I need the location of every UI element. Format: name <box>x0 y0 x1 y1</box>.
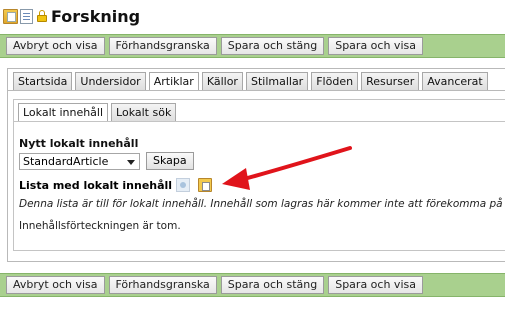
sub-tabs: Lokalt innehåll Lokalt sök <box>18 103 177 122</box>
page-title: Forskning <box>51 6 141 26</box>
tab-local-content[interactable]: Lokalt innehåll <box>18 103 109 122</box>
page-header: Forskning <box>3 6 140 26</box>
list-description: Denna lista är till för lokalt innehåll.… <box>19 198 503 210</box>
action-bar-bottom: Avbryt och visa Förhandsgranska Spara oc… <box>0 273 505 297</box>
preview-button[interactable]: Förhandsgranska <box>108 37 217 55</box>
create-button[interactable]: Skapa <box>146 152 194 170</box>
tab-resurser[interactable]: Resurser <box>361 72 420 91</box>
list-local-heading: Lista med lokalt innehåll <box>19 178 173 192</box>
save-view-button-bottom[interactable]: Spara och visa <box>328 276 423 294</box>
new-local-heading: Nytt lokalt innehåll <box>19 137 139 150</box>
tab-artiklar[interactable]: Artiklar <box>148 72 199 91</box>
tab-stilmallar[interactable]: Stilmallar <box>245 72 309 91</box>
content-type-select[interactable]: StandardArticle <box>19 153 140 170</box>
paste-icon[interactable] <box>198 178 213 192</box>
save-view-button[interactable]: Spara och visa <box>328 37 423 55</box>
content-type-value: StandardArticle <box>23 155 109 168</box>
tab-startsida[interactable]: Startsida <box>13 72 73 91</box>
copy-icon[interactable] <box>176 178 191 192</box>
tab-divider <box>8 90 505 91</box>
subtab-divider <box>14 121 505 122</box>
cancel-view-button[interactable]: Avbryt och visa <box>6 37 105 55</box>
lock-icon <box>37 10 47 22</box>
empty-list-text: Innehållsförteckningen är tom. <box>19 220 181 232</box>
action-bar-top: Avbryt och visa Förhandsgranska Spara oc… <box>0 34 505 58</box>
chevron-down-icon <box>127 160 135 165</box>
pages-icon[interactable] <box>3 8 18 24</box>
tab-floden[interactable]: Flöden <box>311 72 359 91</box>
tab-local-search[interactable]: Lokalt sök <box>111 103 177 122</box>
save-close-button-bottom[interactable]: Spara och stäng <box>220 276 325 294</box>
cancel-view-button-bottom[interactable]: Avbryt och visa <box>6 276 105 294</box>
tab-kallor[interactable]: Källor <box>201 72 243 91</box>
preview-button-bottom[interactable]: Förhandsgranska <box>108 276 217 294</box>
tab-undersidor[interactable]: Undersidor <box>75 72 146 91</box>
main-tabs: Startsida Undersidor Artiklar Källor Sti… <box>13 72 488 91</box>
document-icon[interactable] <box>20 8 33 24</box>
tab-avancerat[interactable]: Avancerat <box>422 72 488 91</box>
save-close-button[interactable]: Spara och stäng <box>220 37 325 55</box>
red-arrow-annotation <box>222 146 352 190</box>
list-local-row: Lista med lokalt innehåll <box>19 177 213 193</box>
